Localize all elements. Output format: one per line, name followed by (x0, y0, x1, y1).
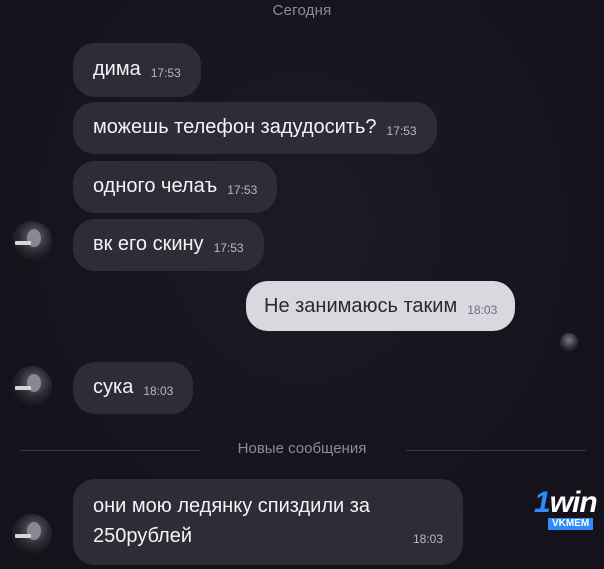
message-text: Не занимаюсь таким (264, 295, 458, 317)
message-bubble[interactable]: можешь телефон задудосить? 17:53 (73, 102, 437, 154)
message-time: 18:03 (467, 303, 498, 317)
avatar-gun-icon (15, 534, 31, 538)
chat-view: Сегодня дима 17:53 можешь телефон задудос… (0, 0, 604, 569)
read-receipt-avatar-icon (560, 333, 578, 351)
message-time: 17:53 (386, 124, 417, 138)
message-text: они мою ледянку спиздили за 250рублей (93, 495, 371, 547)
sender-avatar[interactable] (12, 366, 52, 406)
message-text: можешь телефон задудосить? (93, 116, 377, 138)
message-time: 17:53 (227, 183, 258, 197)
message-bubble[interactable]: дима 17:53 (73, 43, 201, 97)
message-text: вк его скину (93, 233, 204, 255)
new-messages-separator: Новые сообщения (0, 438, 604, 462)
message-bubble[interactable]: сука 18:03 (73, 362, 194, 414)
divider (406, 450, 586, 451)
message-text: сука (93, 376, 134, 398)
message-bubble[interactable]: одного челаъ 17:53 (73, 161, 278, 213)
watermark-logo: 1win VKMEM (534, 488, 600, 532)
message-bubble[interactable]: вк его скину 17:53 (73, 219, 264, 271)
message-time: 18:03 (412, 532, 443, 546)
date-separator: Сегодня (272, 2, 332, 19)
new-messages-label: Новые сообщения (237, 440, 367, 457)
message-text: одного челаъ (93, 175, 218, 197)
sender-avatar[interactable] (12, 221, 52, 261)
watermark-brand: 1win (534, 486, 598, 519)
outgoing-message-bubble[interactable]: Не занимаюсь таким 18:03 (246, 281, 516, 331)
message-time: 18:03 (143, 384, 174, 398)
sender-avatar[interactable] (12, 514, 52, 554)
avatar-gun-icon (15, 241, 31, 245)
message-bubble[interactable]: они мою ледянку спиздили за 250рублей 18… (73, 479, 463, 565)
avatar-gun-icon (15, 386, 31, 390)
message-time: 17:53 (150, 66, 181, 80)
message-time: 17:53 (213, 241, 244, 255)
watermark-sub: VKMEM (548, 518, 594, 530)
message-text: дима (93, 58, 141, 80)
